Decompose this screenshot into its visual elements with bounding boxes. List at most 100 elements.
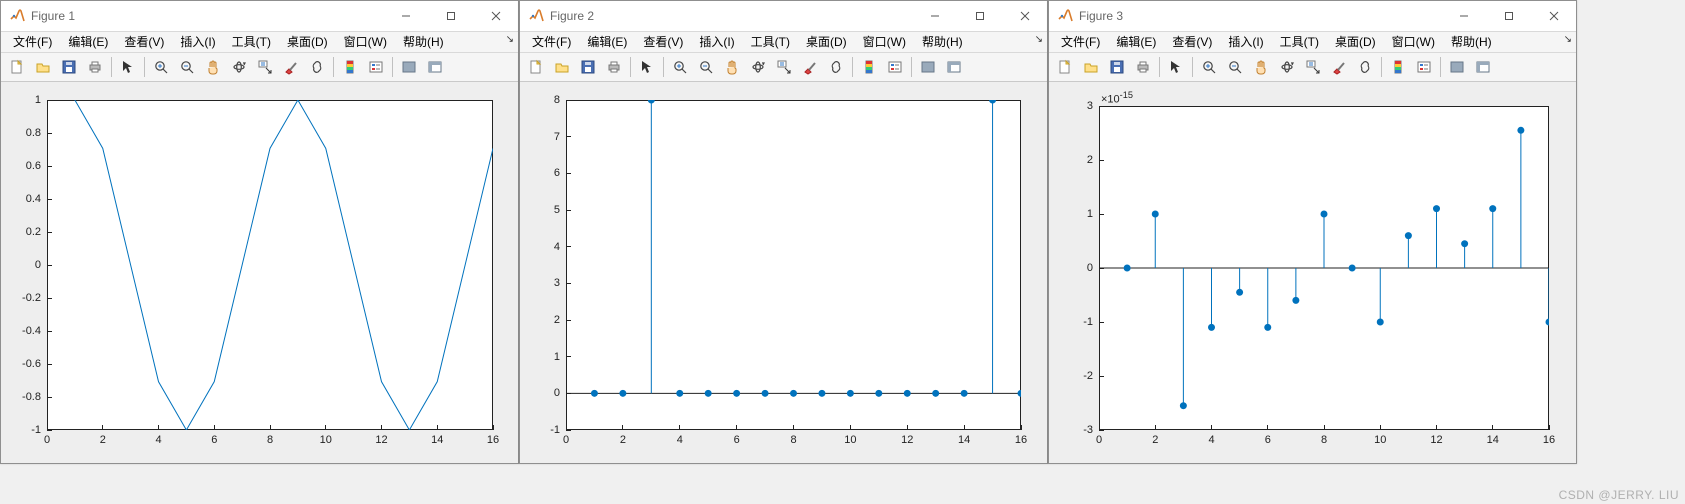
titlebar[interactable]: Figure 1 [1,1,518,32]
zoom-out-icon[interactable] [175,55,199,79]
plot-area: -1-0.8-0.6-0.4-0.200.20.40.60.8102468101… [1,82,518,463]
edit-plot-icon[interactable] [116,55,140,79]
pan-icon[interactable] [1249,55,1273,79]
menu-edit[interactable]: 编辑(E) [579,32,635,52]
edit-plot-icon[interactable] [635,55,659,79]
axes[interactable]: -1-0.8-0.6-0.4-0.200.20.40.60.8102468101… [47,100,493,430]
data-cursor-icon[interactable] [772,55,796,79]
save-icon[interactable] [57,55,81,79]
menu-window[interactable]: 窗口(W) [336,32,395,52]
link-plot-icon[interactable] [824,55,848,79]
menu-overflow-icon[interactable]: ↘ [1035,34,1043,45]
zoom-in-icon[interactable] [149,55,173,79]
zoom-out-icon[interactable] [1223,55,1247,79]
maximize-button[interactable] [428,1,473,31]
x-tick-label: 10 [320,434,332,446]
edit-plot-icon[interactable] [1164,55,1188,79]
close-button[interactable] [1002,1,1047,31]
insert-legend-icon[interactable] [1412,55,1436,79]
insert-legend-icon[interactable] [883,55,907,79]
menu-edit[interactable]: 编辑(E) [60,32,116,52]
save-icon[interactable] [1105,55,1129,79]
maximize-button[interactable] [1486,1,1531,31]
brush-icon[interactable] [279,55,303,79]
insert-legend-icon[interactable] [364,55,388,79]
new-figure-icon[interactable] [1053,55,1077,79]
hide-plot-tools-icon[interactable] [397,55,421,79]
show-plot-tools-icon[interactable] [1471,55,1495,79]
y-tick-label: 1 [11,94,41,106]
close-button[interactable] [1531,1,1576,31]
pan-icon[interactable] [720,55,744,79]
menu-desktop[interactable]: 桌面(D) [798,32,855,52]
brush-icon[interactable] [1327,55,1351,79]
menu-file[interactable]: 文件(F) [5,32,60,52]
maximize-button[interactable] [957,1,1002,31]
menu-edit[interactable]: 编辑(E) [1108,32,1164,52]
x-tick-label: 0 [1096,434,1102,446]
data-cursor-icon[interactable] [1301,55,1325,79]
menu-help[interactable]: 帮助(H) [395,32,452,52]
menu-help[interactable]: 帮助(H) [914,32,971,52]
minimize-button[interactable] [1441,1,1486,31]
y-tick-label: -1 [1063,316,1093,328]
axes[interactable]: -3-2-101230246810121416×10-15 [1099,106,1549,430]
new-figure-icon[interactable] [524,55,548,79]
minimize-button[interactable] [912,1,957,31]
show-plot-tools-icon[interactable] [942,55,966,79]
menu-insert[interactable]: 插入(I) [172,32,223,52]
link-plot-icon[interactable] [305,55,329,79]
open-icon[interactable] [550,55,574,79]
x-tick-label: 2 [100,434,106,446]
menubar: 文件(F) 编辑(E) 查看(V) 插入(I) 工具(T) 桌面(D) 窗口(W… [1049,32,1576,53]
insert-colorbar-icon[interactable] [338,55,362,79]
print-icon[interactable] [602,55,626,79]
y-tick-label: 3 [530,277,560,289]
menu-tools[interactable]: 工具(T) [743,32,798,52]
menu-file[interactable]: 文件(F) [524,32,579,52]
open-icon[interactable] [31,55,55,79]
menu-overflow-icon[interactable]: ↘ [1564,34,1572,45]
data-cursor-icon[interactable] [253,55,277,79]
pan-icon[interactable] [201,55,225,79]
open-icon[interactable] [1079,55,1103,79]
zoom-out-icon[interactable] [694,55,718,79]
titlebar[interactable]: Figure 3 [1049,1,1576,32]
link-plot-icon[interactable] [1353,55,1377,79]
menu-overflow-icon[interactable]: ↘ [506,34,514,45]
menu-tools[interactable]: 工具(T) [1272,32,1327,52]
print-icon[interactable] [83,55,107,79]
hide-plot-tools-icon[interactable] [1445,55,1469,79]
save-icon[interactable] [576,55,600,79]
insert-colorbar-icon[interactable] [1386,55,1410,79]
menu-insert[interactable]: 插入(I) [1220,32,1271,52]
menu-view[interactable]: 查看(V) [1164,32,1220,52]
new-figure-icon[interactable] [5,55,29,79]
zoom-in-icon[interactable] [1197,55,1221,79]
menu-file[interactable]: 文件(F) [1053,32,1108,52]
minimize-button[interactable] [383,1,428,31]
menu-window[interactable]: 窗口(W) [1384,32,1443,52]
menu-tools[interactable]: 工具(T) [224,32,279,52]
brush-icon[interactable] [798,55,822,79]
menu-insert[interactable]: 插入(I) [691,32,742,52]
rotate-3d-icon[interactable] [227,55,251,79]
close-button[interactable] [473,1,518,31]
matlab-icon [9,8,25,24]
menu-desktop[interactable]: 桌面(D) [279,32,336,52]
menu-help[interactable]: 帮助(H) [1443,32,1500,52]
menu-view[interactable]: 查看(V) [635,32,691,52]
menu-view[interactable]: 查看(V) [116,32,172,52]
menu-desktop[interactable]: 桌面(D) [1327,32,1384,52]
insert-colorbar-icon[interactable] [857,55,881,79]
print-icon[interactable] [1131,55,1155,79]
zoom-in-icon[interactable] [668,55,692,79]
x-tick-label: 6 [734,434,740,446]
axes[interactable]: -10123456780246810121416 [566,100,1021,430]
menu-window[interactable]: 窗口(W) [855,32,914,52]
rotate-3d-icon[interactable] [746,55,770,79]
titlebar[interactable]: Figure 2 [520,1,1047,32]
hide-plot-tools-icon[interactable] [916,55,940,79]
show-plot-tools-icon[interactable] [423,55,447,79]
rotate-3d-icon[interactable] [1275,55,1299,79]
